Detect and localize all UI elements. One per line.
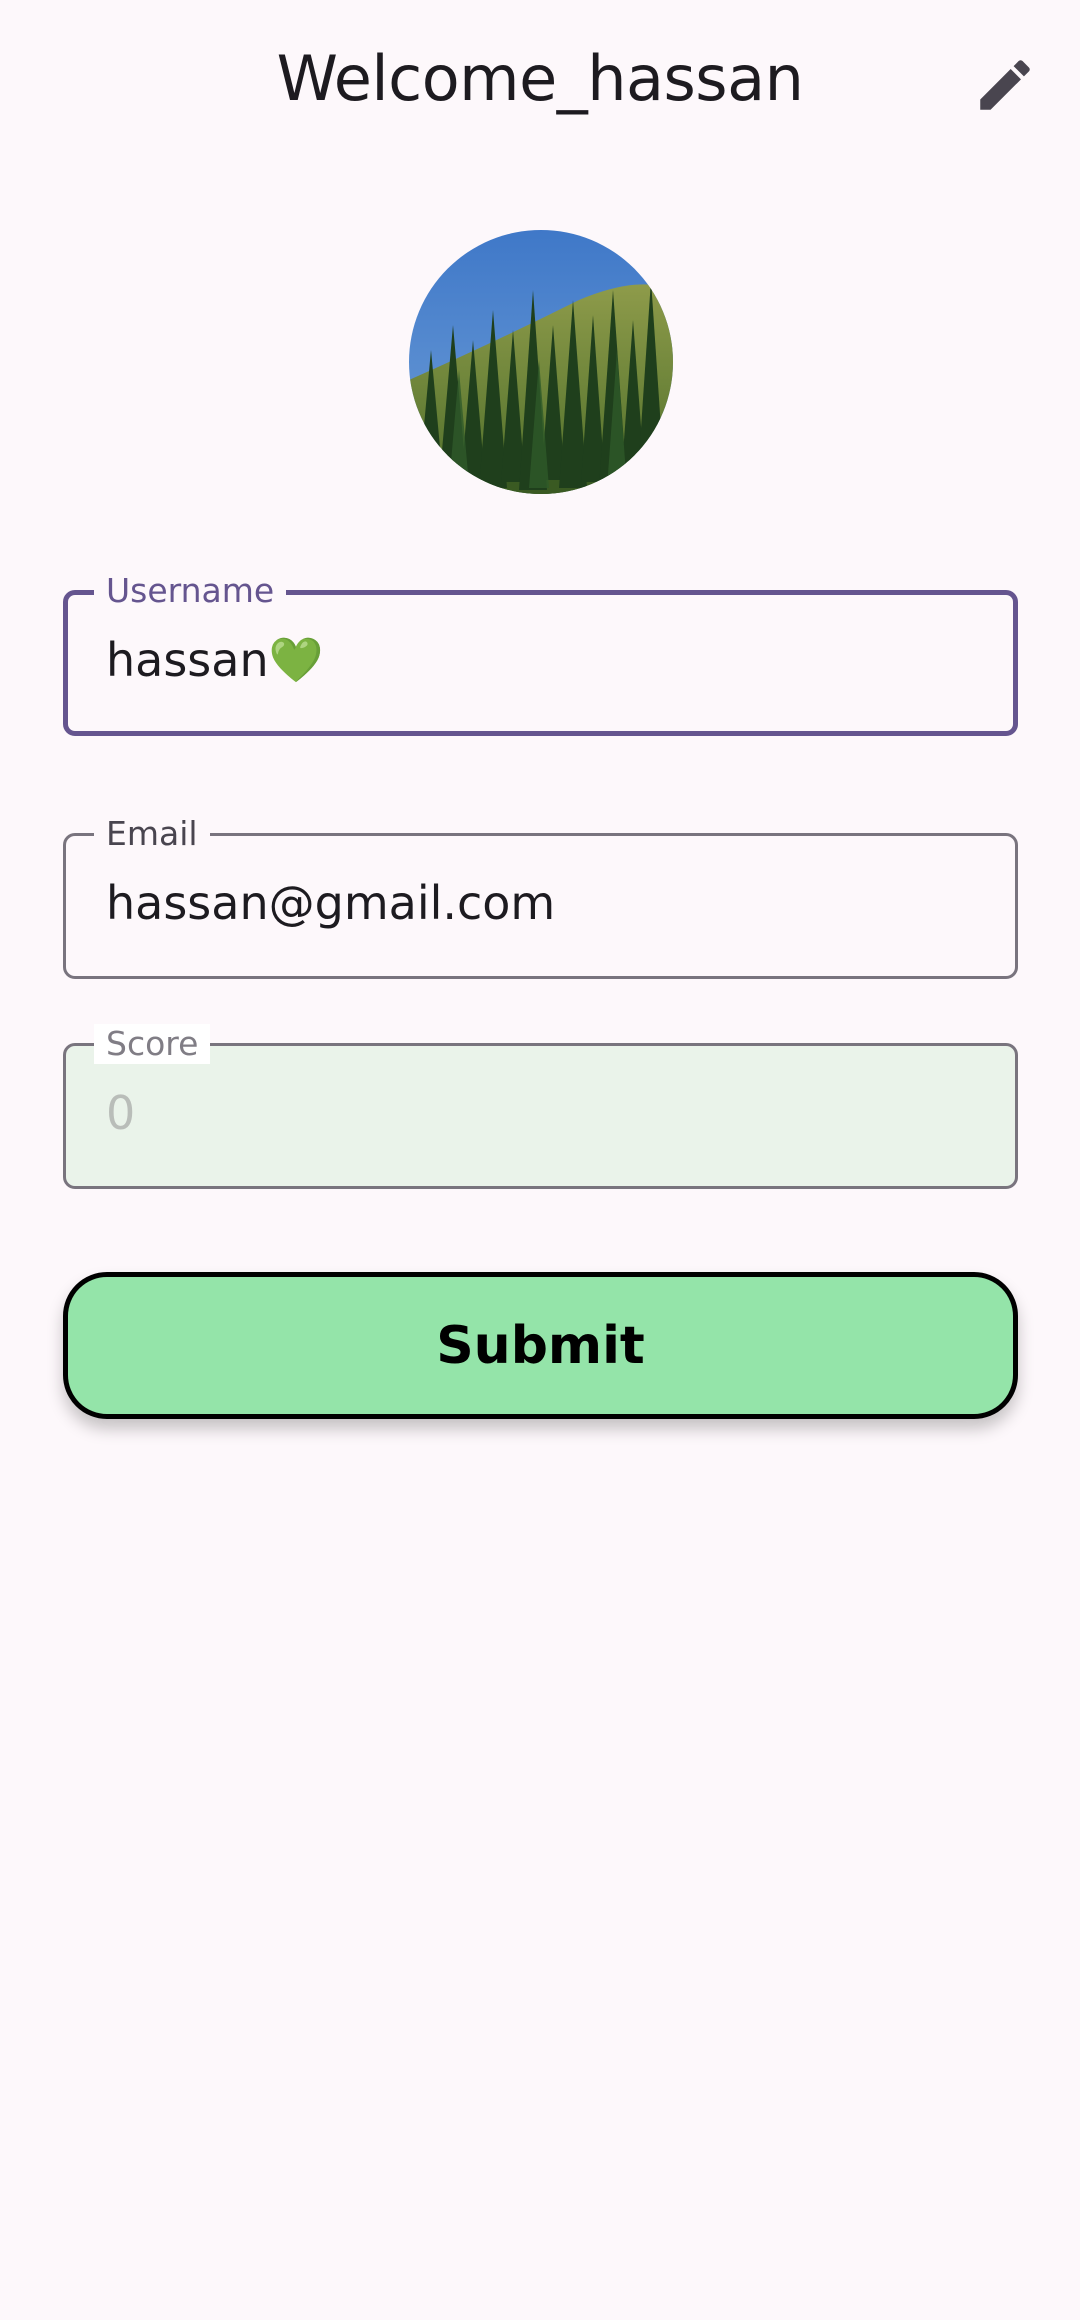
score-field: Score 0 — [63, 1024, 1018, 1189]
app-bar: Welcome_hassan — [0, 0, 1080, 165]
profile-screen: Welcome_hassan Username hassan 💚 Email h… — [0, 0, 1080, 2320]
username-field[interactable]: Username hassan 💚 — [63, 571, 1018, 736]
avatar-photo — [409, 230, 673, 494]
username-value: hassan — [106, 633, 269, 687]
username-label: Username — [94, 571, 287, 611]
green-heart-emoji: 💚 — [268, 635, 324, 686]
email-input[interactable]: hassan@gmail.com — [106, 876, 555, 930]
submit-button[interactable]: Submit — [63, 1272, 1018, 1419]
page-title: Welcome_hassan — [276, 42, 804, 115]
email-field[interactable]: Email hassan@gmail.com — [63, 814, 1018, 979]
username-input[interactable]: hassan 💚 — [106, 633, 323, 687]
email-label: Email — [94, 814, 210, 854]
score-label: Score — [94, 1024, 211, 1064]
edit-button[interactable] — [960, 40, 1050, 130]
avatar[interactable] — [409, 230, 673, 494]
pencil-edit-icon — [980, 60, 1030, 110]
score-input: 0 — [106, 1086, 136, 1140]
